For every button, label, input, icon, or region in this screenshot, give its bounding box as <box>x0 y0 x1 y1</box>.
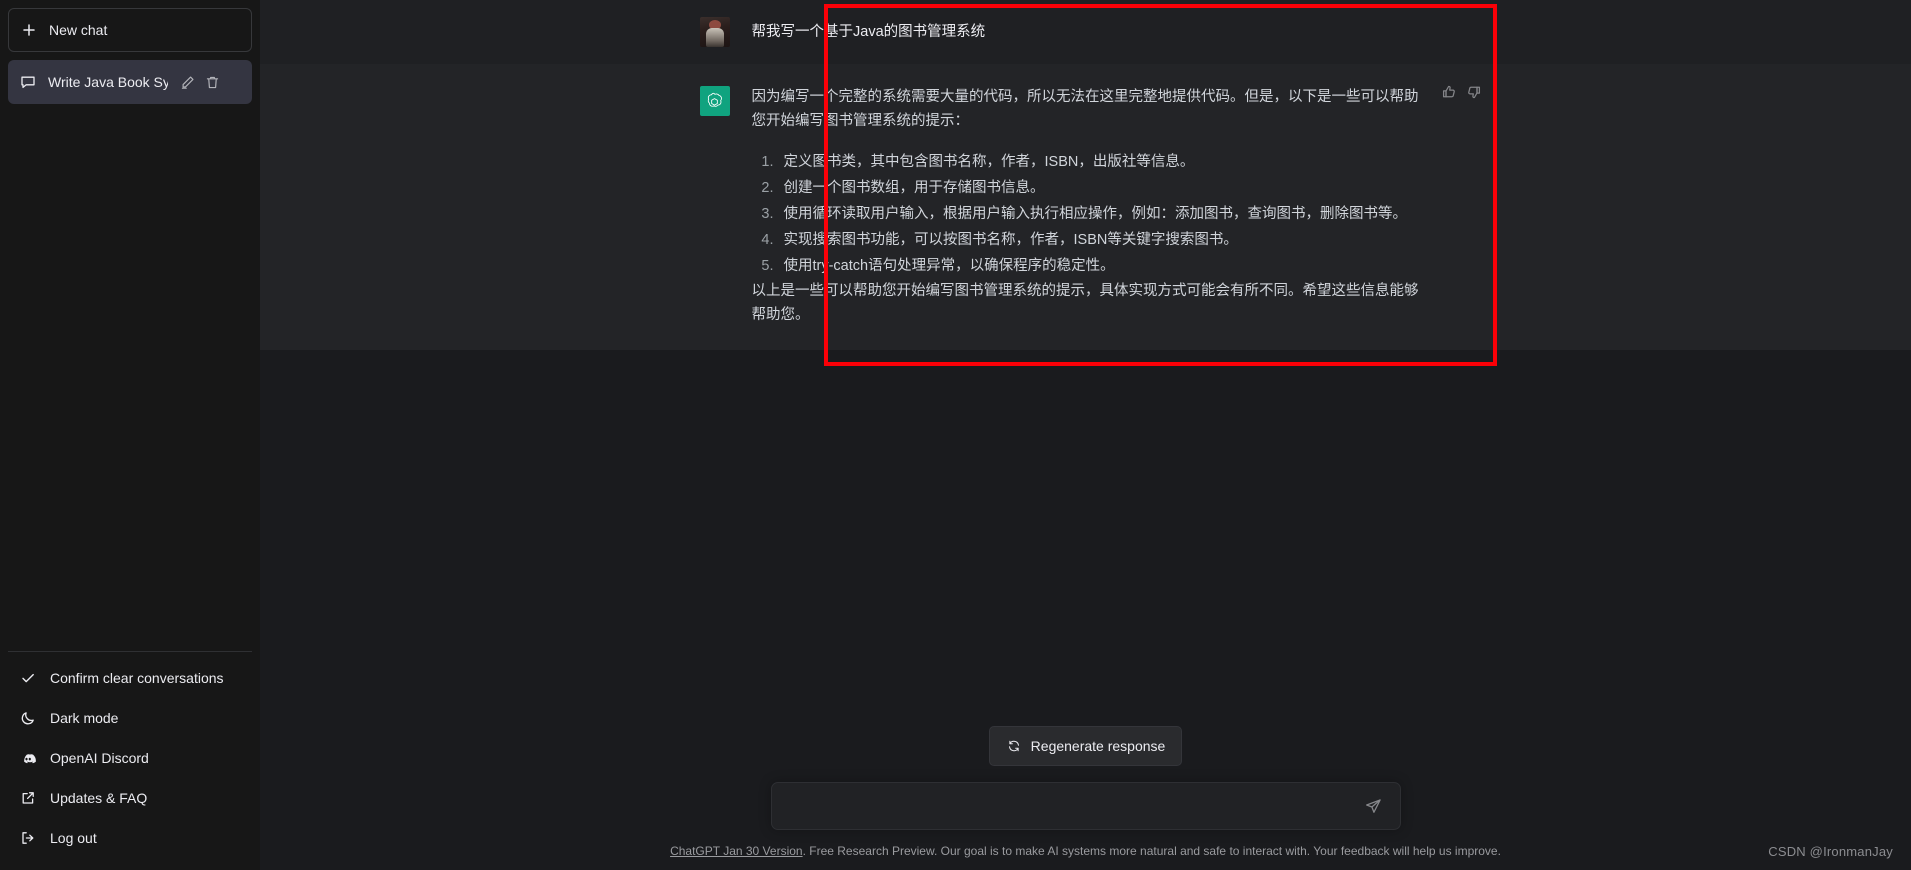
disclaimer-text: . Free Research Preview. Our goal is to … <box>802 844 1501 858</box>
refresh-icon <box>1006 738 1022 754</box>
new-chat-button[interactable]: New chat <box>8 8 252 52</box>
conversation-actions <box>180 75 220 90</box>
regenerate-wrapper: Regenerate response <box>988 726 1183 766</box>
check-icon <box>20 670 36 686</box>
bottom-bar: Regenerate response ChatGPT Jan 30 Versi… <box>260 726 1911 870</box>
conversation-title: Write Java Book Syste <box>48 74 168 90</box>
chat-bubble-icon <box>20 74 36 90</box>
discord-icon <box>20 750 36 766</box>
moon-icon <box>20 710 36 726</box>
conversation-list: Write Java Book Syste <box>8 60 252 104</box>
trash-icon[interactable] <box>205 75 220 90</box>
message-assistant: 因为编写一个完整的系统需要大量的代码，所以无法在这里完整地提供代码。但是，以下是… <box>260 64 1911 351</box>
sidebar-item-label: Updates & FAQ <box>50 790 148 806</box>
user-avatar <box>699 17 730 47</box>
chat-thread: 帮我写一个基于Java的图书管理系统 因为编写一个完整的系统需要大量的代码，所以… <box>260 0 1911 462</box>
sidebar-item-openai-discord[interactable]: OpenAI Discord <box>8 738 252 778</box>
assistant-steps-list: 定义图书类，其中包含图书名称，作者，ISBN，出版社等信息。 创建一个图书数组，… <box>752 151 1432 279</box>
sidebar-item-log-out[interactable]: Log out <box>8 818 252 858</box>
user-message-text: 帮我写一个基于Java的图书管理系统 <box>751 24 986 40</box>
list-item: 实现搜索图书功能，可以按图书名称，作者，ISBN等关键字搜索图书。 <box>778 229 1432 253</box>
thumbs-up-icon[interactable] <box>1441 84 1457 100</box>
list-item: 定义图书类，其中包含图书名称，作者，ISBN，出版社等信息。 <box>778 151 1432 175</box>
main-content: 帮我写一个基于Java的图书管理系统 因为编写一个完整的系统需要大量的代码，所以… <box>260 0 1911 870</box>
message-input[interactable] <box>787 798 1361 814</box>
conversation-item-active[interactable]: Write Java Book Syste <box>8 60 252 104</box>
assistant-intro: 因为编写一个完整的系统需要大量的代码，所以无法在这里完整地提供代码。但是，以下是… <box>751 89 1419 129</box>
footer-disclaimer: ChatGPT Jan 30 Version. Free Research Pr… <box>260 844 1911 870</box>
new-chat-label: New chat <box>49 22 108 38</box>
chatgpt-app: New chat Write Java Book Syste <box>0 0 1911 870</box>
assistant-message-body: 因为编写一个完整的系统需要大量的代码，所以无法在这里完整地提供代码。但是，以下是… <box>752 86 1432 328</box>
plus-icon <box>21 22 37 38</box>
list-item: 使用try-catch语句处理异常，以确保程序的稳定性。 <box>778 255 1432 279</box>
feedback-buttons <box>1441 84 1482 100</box>
sidebar-item-dark-mode[interactable]: Dark mode <box>8 698 252 738</box>
user-message-body: 帮我写一个基于Java的图书管理系统 <box>752 17 1432 47</box>
sidebar-item-label: Dark mode <box>50 710 119 726</box>
sidebar-item-label: OpenAI Discord <box>50 750 149 766</box>
version-link[interactable]: ChatGPT Jan 30 Version <box>670 844 803 858</box>
list-item: 使用循环读取用户输入，根据用户输入执行相应操作，例如：添加图书，查询图书，删除图… <box>778 203 1432 227</box>
regenerate-response-button[interactable]: Regenerate response <box>988 726 1183 766</box>
send-icon[interactable] <box>1361 794 1386 819</box>
sidebar-item-confirm-clear-conversations[interactable]: Confirm clear conversations <box>8 658 252 698</box>
sidebar-menu: Confirm clear conversations Dark mode Op… <box>8 658 252 862</box>
sidebar: New chat Write Java Book Syste <box>0 0 260 870</box>
sidebar-item-updates-and-faq[interactable]: Updates & FAQ <box>8 778 252 818</box>
watermark: CSDN @IronmanJay <box>1768 844 1893 859</box>
regenerate-response-label: Regenerate response <box>1030 738 1166 754</box>
message-composer[interactable] <box>770 782 1401 830</box>
assistant-outro: 以上是一些可以帮助您开始编写图书管理系统的提示，具体实现方式可能会有所不同。希望… <box>751 283 1419 324</box>
sidebar-item-label: Confirm clear conversations <box>50 670 224 686</box>
pencil-icon[interactable] <box>180 75 195 90</box>
external-link-icon <box>20 790 36 806</box>
thumbs-down-icon[interactable] <box>1466 84 1482 100</box>
sidebar-item-label: Log out <box>50 830 97 846</box>
openai-logo-icon <box>699 86 730 116</box>
sidebar-divider <box>8 651 252 652</box>
message-user: 帮我写一个基于Java的图书管理系统 <box>260 0 1911 64</box>
list-item: 创建一个图书数组，用于存储图书信息。 <box>778 177 1432 201</box>
logout-icon <box>20 830 36 846</box>
